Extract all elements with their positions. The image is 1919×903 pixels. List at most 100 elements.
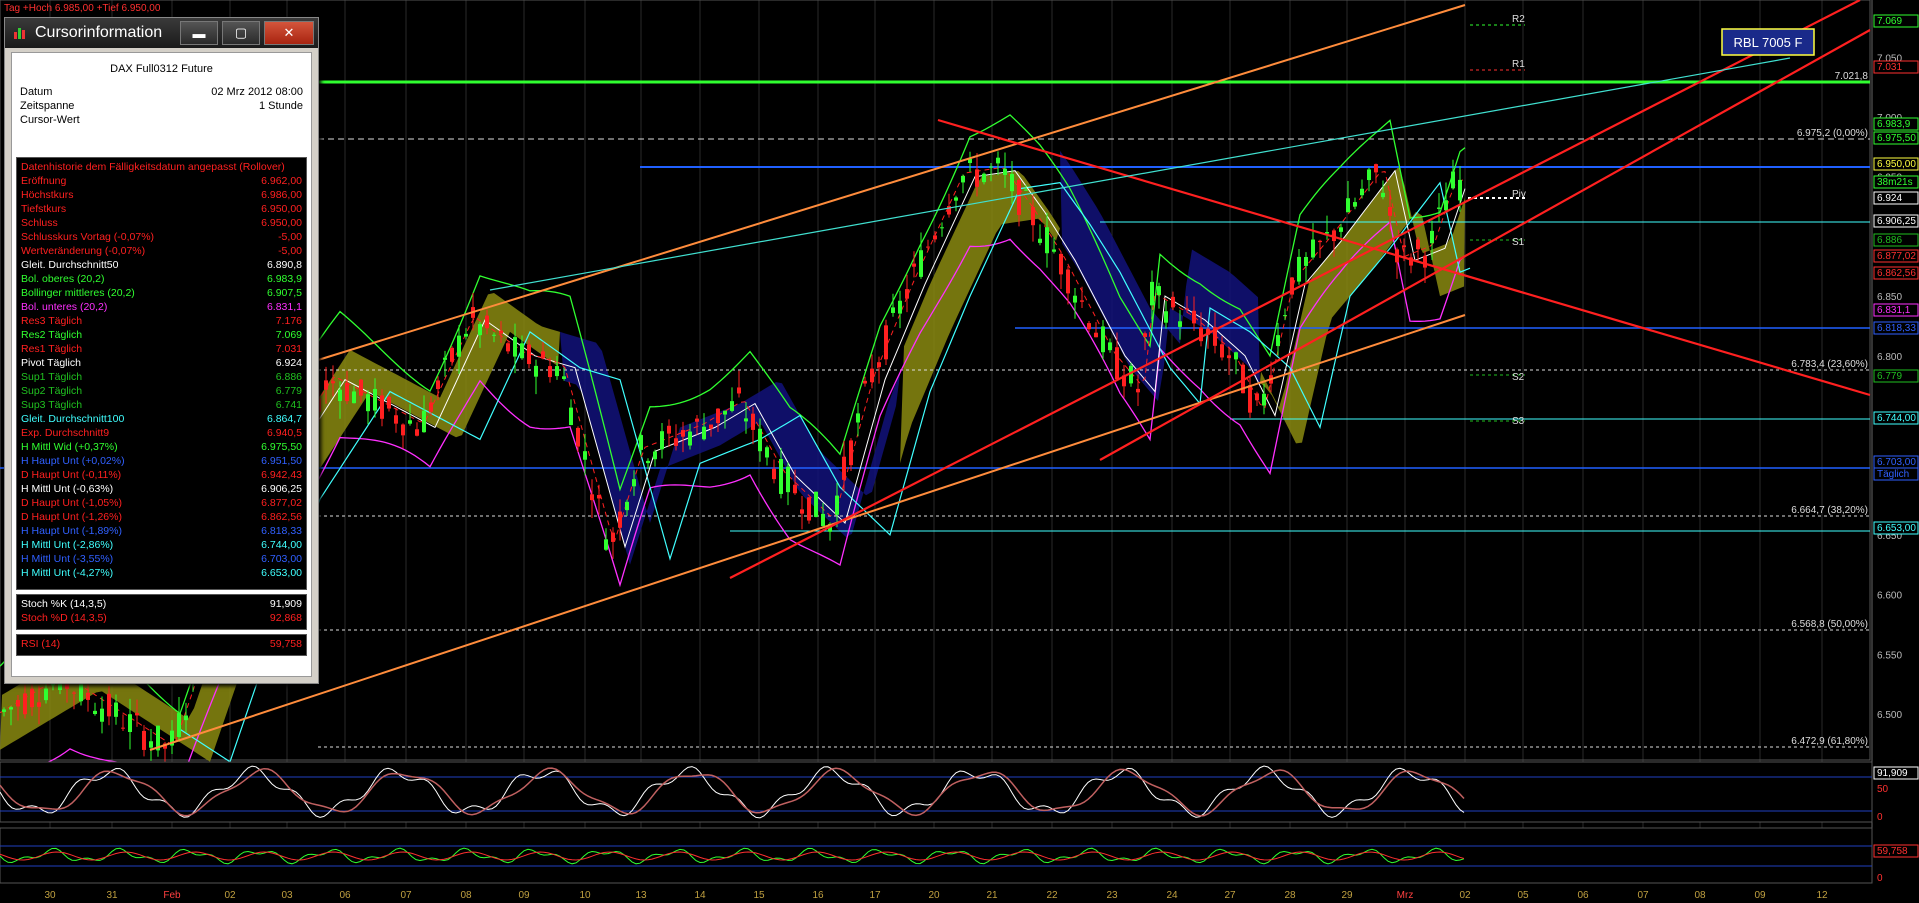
indicator-row-label: Res1 Täglich xyxy=(21,343,83,355)
candle-body xyxy=(919,250,923,277)
indicator-row-label: Res2 Täglich xyxy=(21,329,83,341)
indicator-row: Gleit. Durchschnitt50 6.890,8 xyxy=(21,258,302,272)
candle-body xyxy=(632,479,636,487)
pivot-label: Piv xyxy=(1512,189,1526,200)
candle-body xyxy=(800,509,804,514)
candle-body xyxy=(863,380,867,384)
candle-body xyxy=(149,741,153,748)
candle-body xyxy=(1192,310,1196,324)
candle-body xyxy=(135,713,139,716)
candle-body xyxy=(1297,256,1301,282)
candle-body xyxy=(1178,321,1182,327)
price-label: 6.779 xyxy=(1877,371,1902,382)
pivot-label: R1 xyxy=(1512,59,1525,70)
date-label: 06 xyxy=(1577,890,1589,901)
candle-body xyxy=(1339,227,1343,232)
cursor-window-titlebar[interactable]: Cursorinformation ▬ ▢ ✕ xyxy=(5,18,318,48)
candle-body xyxy=(1430,230,1434,244)
indicator-row-label: Höchstkurs xyxy=(21,189,74,201)
indicator-row-label: Datenhistorie dem Fälligkeitsdatum angep… xyxy=(21,161,285,173)
price-label: 6.703,00 xyxy=(1877,457,1916,468)
candle-body xyxy=(415,429,419,436)
indicator-row-label: Bol. oberes (20,2) xyxy=(21,273,105,285)
date-label: 02 xyxy=(1459,890,1471,901)
candle-body xyxy=(856,413,860,423)
indicator-row-label: Bollinger mittleres (20,2) xyxy=(21,287,135,299)
date-label: 27 xyxy=(1224,890,1236,901)
indicator-row-value: -5,00 xyxy=(278,231,302,243)
candle-body xyxy=(1346,198,1350,213)
indicator-row: Res3 Täglich 7.176 xyxy=(21,314,302,328)
top-status: Tag +Hoch 6.985,00 +Tief 6.950,00 xyxy=(4,3,161,14)
indicator-row-value: 6.942,43 xyxy=(261,469,302,481)
rbl-badge[interactable]: RBL 7005 F xyxy=(1721,28,1815,56)
candle-body xyxy=(821,513,825,527)
candle-body xyxy=(534,365,538,377)
candle-body xyxy=(807,497,811,521)
candle-body xyxy=(527,344,531,365)
indicator-row: H Mittl Unt (-2,86%) 6.744,00 xyxy=(21,538,302,552)
cursor-window-title: Cursorinformation xyxy=(35,24,163,41)
stoch-axis-label: 50 xyxy=(1877,784,1889,795)
candle-body xyxy=(912,263,916,267)
indicator-row-label: H Haupt Unt (-1,89%) xyxy=(21,525,122,537)
candle-body xyxy=(1318,240,1322,243)
candle-body xyxy=(660,431,664,450)
date-label: 02 xyxy=(224,890,236,901)
cursor-info-window[interactable]: Cursorinformation ▬ ▢ ✕ DAX Full0312 Fut… xyxy=(4,17,319,684)
indicator-row-label: Gleit. Durchschnitt50 xyxy=(21,259,119,271)
candle-body xyxy=(492,334,496,336)
minimize-button[interactable]: ▬ xyxy=(180,21,218,45)
stoch-row: Stoch %D (14,3,5) 92,868 xyxy=(21,611,302,625)
rsi-row-value: 59,758 xyxy=(269,638,302,650)
pivot-label: R2 xyxy=(1512,14,1525,25)
candle-body xyxy=(1024,189,1028,191)
date-label: 05 xyxy=(1517,890,1529,901)
candle-body xyxy=(142,730,146,750)
candle-body xyxy=(1150,281,1154,306)
indicator-row-label: Wertveränderung (-0,07%) xyxy=(21,245,146,257)
candle-body xyxy=(842,456,846,480)
indicator-row-label: Pivot Täglich xyxy=(21,357,81,369)
candle-body xyxy=(1458,179,1462,201)
cursor-window-body: DAX Full0312 Future Datum 02 Mrz 2012 08:… xyxy=(11,52,312,677)
indicator-row-label: Res3 Täglich xyxy=(21,315,83,327)
date-label: 15 xyxy=(753,890,765,901)
price-label: 7.031 xyxy=(1877,62,1902,73)
indicator-row-value: 6.653,00 xyxy=(261,567,302,579)
candle-body xyxy=(1451,171,1455,189)
candle-body xyxy=(1283,315,1287,317)
field-cursor-value: Cursor-Wert xyxy=(20,114,80,126)
candle-body xyxy=(464,333,468,337)
date-axis: 30 31 Feb 02 03 06 07 08 09 10 13 14 15 16 17 20 21 22 23 2… xyxy=(0,884,1872,903)
stochastic-values: Stoch %K (14,3,5) 91,909 Stoch %D (14,3,5)… xyxy=(16,594,307,630)
close-button[interactable]: ✕ xyxy=(264,21,314,45)
candle-body xyxy=(380,395,384,419)
date-label: Mrz xyxy=(1397,890,1414,901)
candle-body xyxy=(618,511,622,528)
candle-body xyxy=(1227,355,1231,359)
candle-body xyxy=(646,460,650,464)
maximize-button[interactable]: ▢ xyxy=(222,21,260,45)
candle-body xyxy=(1108,342,1112,351)
candle-body xyxy=(996,157,1000,164)
candle-body xyxy=(779,459,783,494)
instrument-name: DAX Full0312 Future xyxy=(110,63,213,75)
candle-body xyxy=(597,494,601,499)
indicator-row-label: Tiefstkurs xyxy=(21,203,67,215)
candle-body xyxy=(975,169,979,187)
price-tick: 6.850 xyxy=(1877,292,1902,303)
date-label: 23 xyxy=(1106,890,1118,901)
candle-body xyxy=(723,410,727,415)
indicator-row-label: H Mittl Unt (-0,63%) xyxy=(21,483,114,495)
price-label: 6.886 xyxy=(1877,235,1902,246)
candle-body xyxy=(716,408,720,424)
indicator-row-value: 6.975,50 xyxy=(261,441,302,453)
candle-body xyxy=(429,402,433,412)
stoch-row-value: 92,868 xyxy=(269,612,302,624)
candle-body xyxy=(562,376,566,379)
candle-body xyxy=(394,415,398,424)
stoch-row: Stoch %K (14,3,5) 91,909 xyxy=(21,597,302,611)
price-label: 6.877,02 xyxy=(1877,251,1916,262)
candle-body xyxy=(86,692,90,700)
